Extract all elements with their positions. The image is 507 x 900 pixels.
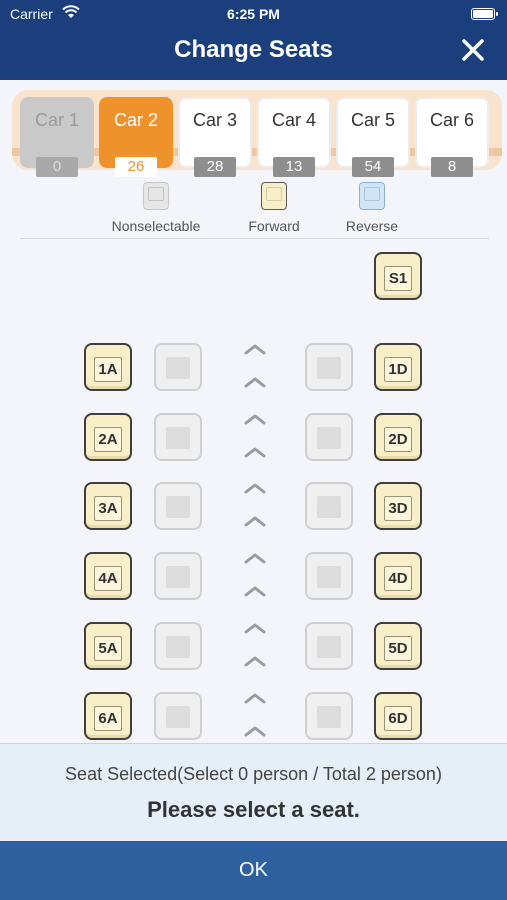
seat-number: 2A xyxy=(94,426,122,452)
direction-chevron-icon xyxy=(244,377,266,388)
selection-status: Seat Selected(Select 0 person / Total 2 … xyxy=(65,764,442,784)
legend-item-grey: Nonselectable xyxy=(96,182,216,234)
seat-number: 6A xyxy=(94,705,122,731)
seat-unavailable xyxy=(305,412,353,461)
car-tab-label: Car 6 xyxy=(429,110,474,130)
seat-grey-icon xyxy=(143,182,169,210)
seat-unavailable xyxy=(305,482,353,531)
direction-chevron-icon xyxy=(244,483,266,494)
status-bar: Carrier 6:25 PM xyxy=(0,0,507,28)
car-tab-2[interactable]: Car 2 26 xyxy=(99,97,173,177)
seat-number: S1 xyxy=(384,266,412,291)
seat-unavailable xyxy=(154,621,202,670)
ok-button[interactable]: OK xyxy=(0,841,507,900)
divider xyxy=(20,238,489,239)
car-tab-label: Car 1 xyxy=(34,110,79,130)
seat-1d[interactable]: 1D xyxy=(374,343,422,391)
seat-s1[interactable]: S1 xyxy=(374,252,422,300)
seat-3d[interactable]: 3D xyxy=(374,482,422,531)
seat-2a[interactable]: 2A xyxy=(84,412,132,461)
car-tab-4[interactable]: Car 4 13 xyxy=(257,97,331,177)
car-tab-label: Car 5 xyxy=(350,110,395,130)
direction-chevron-icon xyxy=(244,414,266,425)
car-tab-label: Car 4 xyxy=(271,110,316,130)
direction-chevron-icon xyxy=(244,447,266,458)
seat-unavailable xyxy=(305,621,353,670)
seat-reverse-icon xyxy=(359,182,385,210)
seat-5d[interactable]: 5D xyxy=(374,621,422,670)
car-tab-1: Car 1 0 xyxy=(20,97,94,177)
seat-1a[interactable]: 1A xyxy=(84,343,132,391)
direction-chevron-icon xyxy=(244,726,266,736)
seat-unavailable xyxy=(154,691,202,740)
car-seat-count: 8 xyxy=(431,157,473,177)
seat-3a[interactable]: 3A xyxy=(84,482,132,531)
app-header: Carrier 6:25 PM Change Seats xyxy=(0,0,507,80)
page-title: Change Seats xyxy=(174,36,333,63)
legend-label: Reverse xyxy=(345,218,399,234)
car-seat-count: 26 xyxy=(115,157,157,177)
direction-chevron-icon xyxy=(244,693,266,703)
seat-4a[interactable]: 4A xyxy=(84,552,132,601)
seat-unavailable xyxy=(305,552,353,601)
seat-unavailable xyxy=(305,691,353,740)
seat-unavailable xyxy=(305,343,353,391)
seat-number: 1A xyxy=(94,357,122,382)
direction-chevron-icon xyxy=(244,344,266,355)
seat-unavailable xyxy=(154,482,202,531)
seat-5a[interactable]: 5A xyxy=(84,621,132,670)
direction-chevron-icon xyxy=(244,516,266,527)
seat-2d[interactable]: 2D xyxy=(374,412,422,461)
seat-number: 3A xyxy=(94,496,122,522)
car-tab-5[interactable]: Car 5 54 xyxy=(336,97,410,177)
car-tab-6[interactable]: Car 6 8 xyxy=(415,97,489,177)
seat-legend: Nonselectable Forward Reverse xyxy=(0,178,507,236)
direction-chevron-icon xyxy=(244,553,266,564)
legend-label: Nonselectable xyxy=(111,218,201,234)
car-tab-label: Car 2 xyxy=(113,110,158,130)
seat-number: 6D xyxy=(384,705,412,731)
direction-chevron-icon xyxy=(244,656,266,667)
seat-map: S1 1A 1D 2A 2D 3A 3D 4A 4D 5A 5D 6A 6D xyxy=(0,240,507,743)
seat-number: 4D xyxy=(384,566,412,592)
seat-number: 3D xyxy=(384,496,412,522)
car-seat-count: 13 xyxy=(273,157,315,177)
seat-unavailable xyxy=(154,552,202,601)
status-time: 6:25 PM xyxy=(227,6,280,22)
seat-number: 2D xyxy=(384,426,412,452)
car-selector: Car 1 0 Car 2 26 Car 3 28 Car 4 13 Car 5 54 Car 6 8 xyxy=(0,80,507,178)
car-tab-3[interactable]: Car 3 28 xyxy=(178,97,252,177)
seat-forward-icon xyxy=(261,182,287,210)
car-seat-count: 54 xyxy=(352,157,394,177)
seat-number: 5A xyxy=(94,635,122,661)
seat-number: 5D xyxy=(384,635,412,661)
seat-number: 1D xyxy=(384,357,412,382)
seat-number: 4A xyxy=(94,566,122,592)
car-seat-count: 28 xyxy=(194,157,236,177)
direction-chevron-icon xyxy=(244,623,266,634)
close-icon[interactable] xyxy=(459,36,487,64)
selection-prompt: Please select a seat. xyxy=(147,797,360,822)
seat-unavailable xyxy=(154,412,202,461)
car-tab-label: Car 3 xyxy=(192,110,237,130)
car-seat-count: 0 xyxy=(36,157,78,177)
direction-chevron-icon xyxy=(244,586,266,597)
legend-item-reverse: Reverse xyxy=(312,182,432,234)
seat-6a[interactable]: 6A xyxy=(84,691,132,740)
seat-6d[interactable]: 6D xyxy=(374,691,422,740)
seat-unavailable xyxy=(154,343,202,391)
selection-summary: Seat Selected(Select 0 person / Total 2 … xyxy=(0,743,507,841)
battery-icon xyxy=(471,8,498,20)
seat-4d[interactable]: 4D xyxy=(374,552,422,601)
